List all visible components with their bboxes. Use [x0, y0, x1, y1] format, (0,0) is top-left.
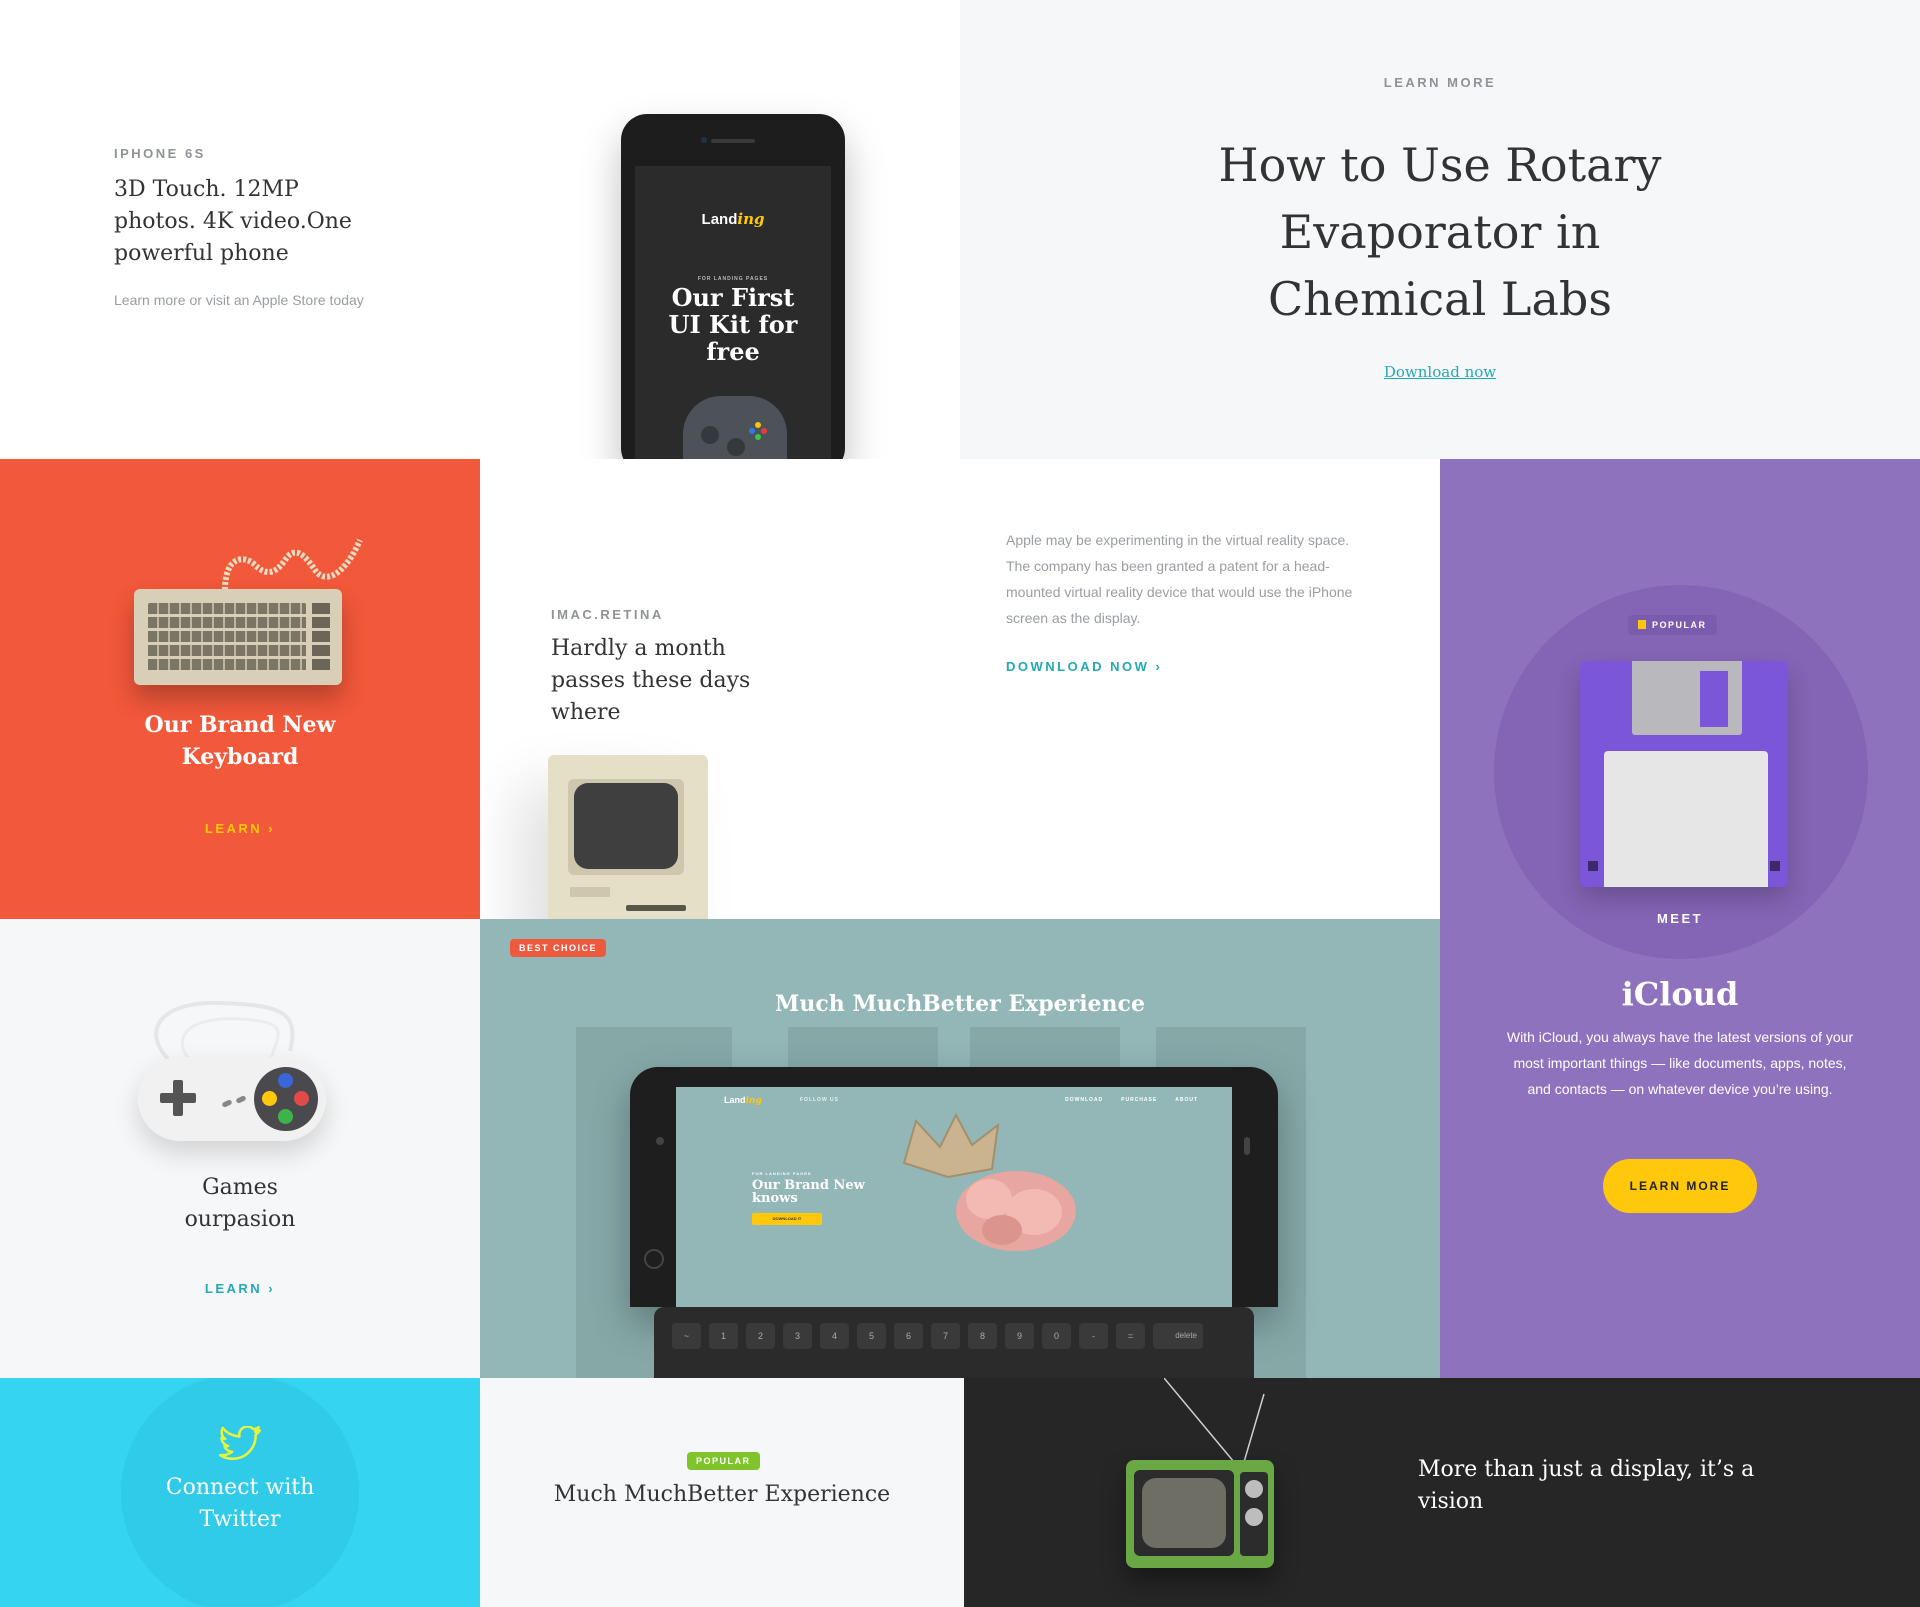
- key[interactable]: 0: [1042, 1323, 1071, 1349]
- key[interactable]: 2: [746, 1323, 775, 1349]
- ipad-screen-follow: FOLLOW US: [800, 1097, 839, 1103]
- popular-title: Much MuchBetter Experience: [553, 1482, 891, 1507]
- iphone-device: Landing FOR LANDING PAGES Our First UI K…: [621, 114, 845, 459]
- twitter-title: Connect with Twitter: [165, 1475, 315, 1532]
- learn-more-button[interactable]: LEARN MORE: [1603, 1159, 1757, 1213]
- key[interactable]: =: [1116, 1323, 1145, 1349]
- display-title: More than just a display, it’s a vision: [1418, 1457, 1755, 1514]
- game-controller-icon: [138, 1057, 326, 1141]
- iphone-subtitle: Learn more or visit an Apple Store today: [114, 292, 364, 308]
- ipad-title: Much MuchBetter Experience: [775, 991, 1145, 1017]
- key[interactable]: 3: [783, 1323, 812, 1349]
- delete-key[interactable]: delete: [1153, 1323, 1203, 1349]
- key[interactable]: 4: [820, 1323, 849, 1349]
- ipad-section: BEST CHOICE Much MuchBetter Experience L…: [480, 919, 1440, 1378]
- ipad-screen-logo: Landing: [724, 1095, 762, 1106]
- tv-icon: [1126, 1460, 1274, 1568]
- popular-section: POPULAR Much MuchBetter Experience: [480, 1378, 964, 1607]
- flag-icon: [1638, 620, 1646, 629]
- ipad-keys-row: ~ 1 2 3 4 5 6 7 8 9 0 - = delete: [672, 1323, 1203, 1349]
- iphone-screen: Landing FOR LANDING PAGES Our First UI K…: [635, 166, 831, 459]
- key[interactable]: ~: [672, 1323, 701, 1349]
- keyboard-section: Our Brand New Keyboard LEARN ›: [0, 459, 480, 919]
- keyboard-icon: [134, 589, 342, 685]
- crown-icon: [902, 1112, 1000, 1179]
- floppy-disk-icon: [1580, 661, 1788, 887]
- imac-title: Hardly a month passes these days where: [551, 636, 751, 725]
- key[interactable]: 8: [968, 1323, 997, 1349]
- screen-small-label: FOR LANDING PAGES: [697, 276, 769, 282]
- screen-headline: Our First UI Kit for free: [668, 283, 798, 366]
- gamepad-icon: [683, 396, 787, 459]
- popular-badge: POPULAR: [1628, 615, 1717, 635]
- rotary-eyebrow: LEARN MORE: [1383, 75, 1497, 90]
- ipad-screen-nav: DOWNLOAD PURCHASE ABOUT: [1065, 1097, 1198, 1103]
- games-section: Games ourpasion LEARN ›: [0, 919, 480, 1378]
- display-section: More than just a display, it’s a vision: [964, 1378, 1920, 1607]
- ipad-screen-button: DOWNLOAD IT: [752, 1213, 822, 1225]
- tv-antenna-icon: [1164, 1378, 1265, 1463]
- meet-label: MEET: [1656, 911, 1704, 926]
- key[interactable]: 1: [709, 1323, 738, 1349]
- ipad-device: Landing FOLLOW US DOWNLOAD PURCHASE ABOU…: [630, 1067, 1278, 1307]
- iphone-camera: [701, 137, 707, 143]
- key[interactable]: 9: [1005, 1323, 1034, 1349]
- imac-eyebrow: IMAC.RETINA: [551, 607, 664, 622]
- rotary-section: LEARN MORE How to Use Rotary Evaporator …: [960, 0, 1920, 459]
- key[interactable]: 5: [857, 1323, 886, 1349]
- ipad-keyboard: ~ 1 2 3 4 5 6 7 8 9 0 - = delete: [654, 1307, 1254, 1378]
- vintage-mac-icon: [548, 755, 708, 919]
- ipad-screen-small: FOR LANDING PAGES: [752, 1171, 812, 1176]
- rotary-title: How to Use Rotary Evaporator in Chemical…: [1218, 138, 1662, 326]
- imac-section: IMAC.RETINA Hardly a month passes these …: [480, 459, 1440, 919]
- icloud-body: With iCloud, you always have the latest …: [1506, 1029, 1854, 1097]
- twitter-section[interactable]: Connect with Twitter: [0, 1378, 480, 1607]
- download-now-link[interactable]: Download now: [960, 363, 1920, 381]
- download-now-cta[interactable]: DOWNLOAD NOW ›: [1006, 659, 1162, 674]
- vr-body: Apple may be experimenting in the virtua…: [1006, 532, 1353, 626]
- ipad-screen-headline: Our Brand New knows: [752, 1178, 865, 1206]
- screen-logo: Landing: [701, 210, 765, 228]
- best-choice-badge: BEST CHOICE: [510, 939, 607, 957]
- icloud-title: iCloud: [1621, 975, 1739, 1013]
- keyboard-learn-link[interactable]: LEARN ›: [0, 821, 480, 836]
- iphone-eyebrow: IPHONE 6S: [114, 146, 206, 161]
- ipad-home-button: [644, 1249, 664, 1269]
- keyboard-title: Our Brand New Keyboard: [144, 712, 336, 770]
- key[interactable]: 7: [931, 1323, 960, 1349]
- ipad-screen: Landing FOLLOW US DOWNLOAD PURCHASE ABOU…: [676, 1087, 1232, 1307]
- keyboard-cord-icon: [222, 538, 363, 591]
- iphone-speaker: [711, 139, 755, 143]
- popular-green-badge: POPULAR: [687, 1452, 760, 1470]
- games-title: Games ourpasion: [184, 1175, 296, 1232]
- iphone-section: IPHONE 6S 3D Touch. 12MP photos. 4K vide…: [0, 0, 960, 459]
- iphone-title: 3D Touch. 12MP photos. 4K video.One powe…: [114, 177, 352, 266]
- key[interactable]: -: [1079, 1323, 1108, 1349]
- twitter-bird-icon: [218, 1426, 262, 1461]
- games-learn-link[interactable]: LEARN ›: [0, 1281, 480, 1296]
- key[interactable]: 6: [894, 1323, 923, 1349]
- icloud-section: POPULAR MEET iCloud With iCloud, you alw…: [1440, 459, 1920, 1378]
